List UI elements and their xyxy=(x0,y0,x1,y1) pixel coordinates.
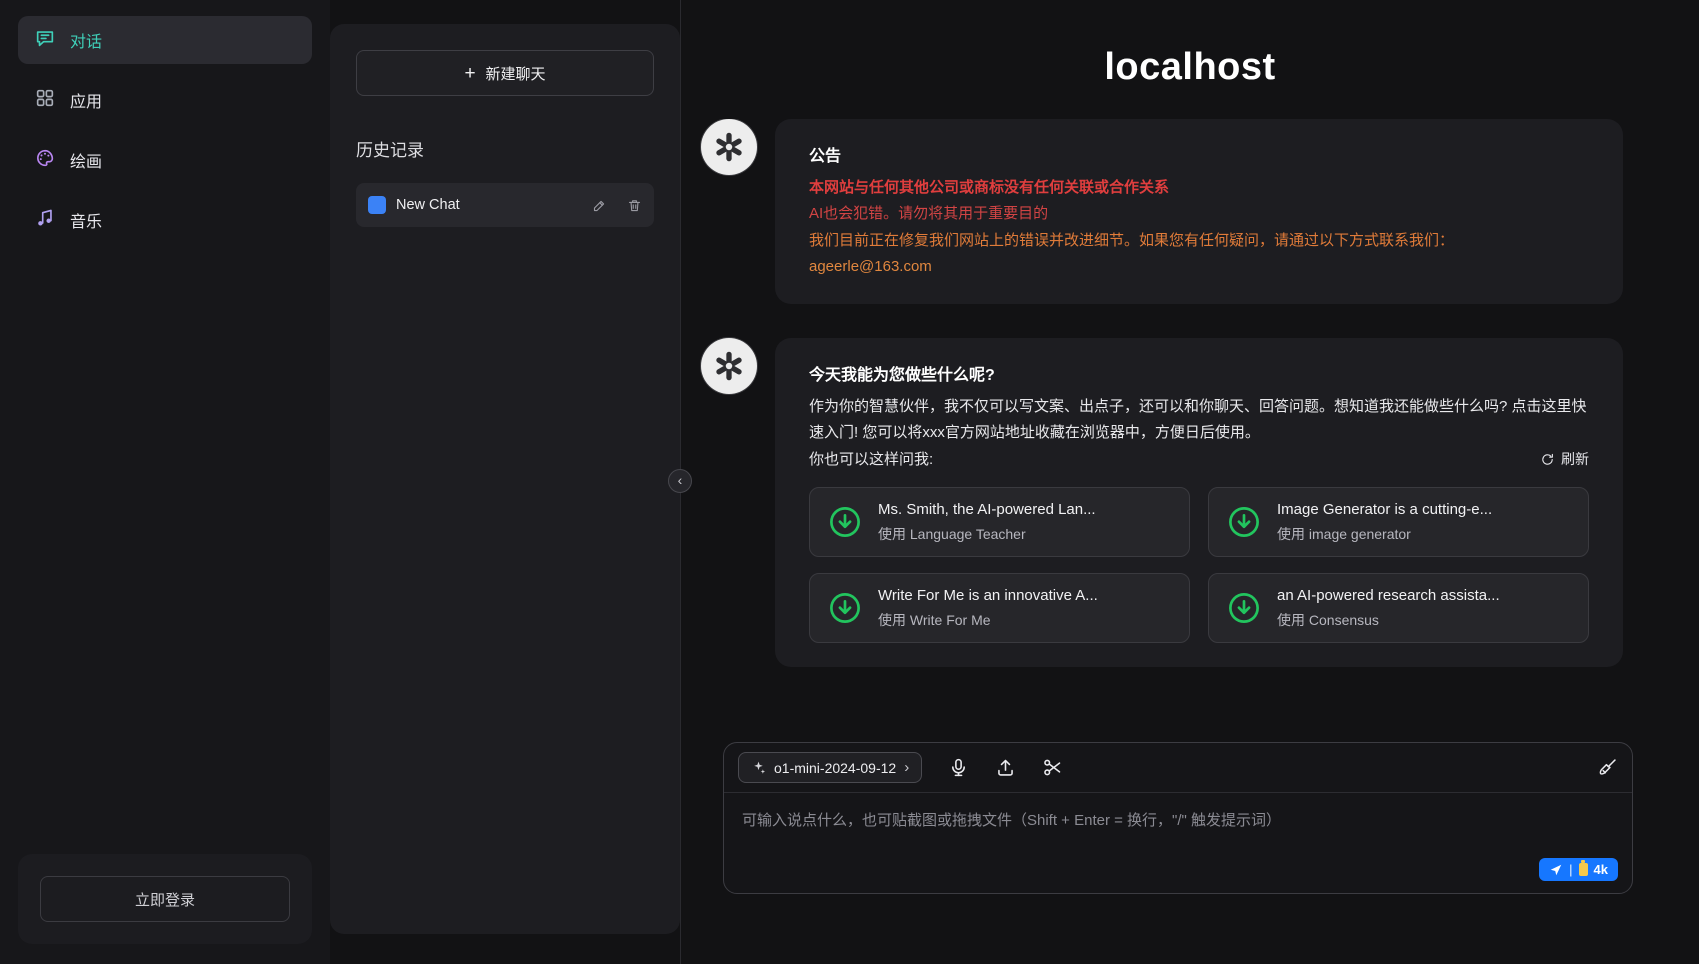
main-chat-area: localhost 公告 本网站与任何其他公司或商标没有任何关联或合作关系 AI… xyxy=(680,0,1699,964)
suggestion-subtitle: 使用 image generator xyxy=(1277,525,1572,544)
suggestion-subtitle: 使用 Write For Me xyxy=(878,611,1173,630)
history-card: + 新建聊天 历史记录 New Chat xyxy=(330,24,680,934)
suggestion-title: Image Generator is a cutting-e... xyxy=(1277,500,1572,520)
message-input[interactable] xyxy=(742,809,1614,871)
circle-down-arrow-icon xyxy=(1225,589,1263,627)
palette-icon xyxy=(34,147,56,174)
assistant-avatar xyxy=(701,119,757,175)
circle-down-arrow-icon xyxy=(826,589,864,627)
composer-body: | 4k xyxy=(724,793,1632,893)
history-title: 历史记录 xyxy=(356,136,654,161)
music-note-icon xyxy=(34,207,56,234)
broom-clear-icon[interactable] xyxy=(1597,757,1618,778)
announcement-line3: 我们目前正在修复我们网站上的错误并改进细节。如果您有任何疑问，请通过以下方式联系… xyxy=(809,228,1589,254)
welcome-title: 今天我能为您做些什么呢? xyxy=(809,362,1589,390)
openai-logo-icon xyxy=(710,128,748,166)
message-announcement: 公告 本网站与任何其他公司或商标没有任何关联或合作关系 AI也会犯错。请勿将其用… xyxy=(701,119,1623,304)
badge-divider: | xyxy=(1569,862,1572,877)
suggestion-card[interactable]: Ms. Smith, the AI-powered Lan... 使用 Lang… xyxy=(809,487,1190,557)
suggestion-subtitle: 使用 Consensus xyxy=(1277,611,1572,630)
sidebar-item-apps[interactable]: 应用 xyxy=(18,76,312,124)
suggestion-card[interactable]: Write For Me is an innovative A... 使用 Wr… xyxy=(809,573,1190,643)
sidebar-nav: 对话 应用 绘画 音乐 xyxy=(18,16,312,244)
welcome-hint: 你也可以这样问我: xyxy=(809,447,933,473)
openai-logo-icon xyxy=(710,347,748,385)
upload-icon[interactable] xyxy=(995,757,1016,778)
assistant-avatar xyxy=(701,338,757,394)
chat-item-icon xyxy=(368,196,386,214)
send-plane-icon xyxy=(1549,863,1563,877)
new-chat-button[interactable]: + 新建聊天 xyxy=(356,50,654,96)
suggestion-card[interactable]: an AI-powered research assista... 使用 Con… xyxy=(1208,573,1589,643)
welcome-bubble: 今天我能为您做些什么呢? 作为你的智慧伙伴，我不仅可以写文案、出点子，还可以和你… xyxy=(775,338,1623,667)
sidebar-item-paint[interactable]: 绘画 xyxy=(18,136,312,184)
announcement-line2: AI也会犯错。请勿将其用于重要目的 xyxy=(809,201,1589,227)
refresh-icon xyxy=(1540,452,1555,467)
token-badge[interactable]: | 4k xyxy=(1539,858,1618,881)
sparkle-icon xyxy=(751,760,766,775)
plus-icon: + xyxy=(464,64,475,83)
message-welcome: 今天我能为您做些什么呢? 作为你的智慧伙伴，我不仅可以写文案、出点子，还可以和你… xyxy=(701,338,1623,667)
suggestion-grid: Ms. Smith, the AI-powered Lan... 使用 Lang… xyxy=(809,487,1589,643)
page-title: localhost xyxy=(681,46,1699,89)
model-selector[interactable]: o1-mini-2024-09-12 › xyxy=(738,752,922,783)
token-count: 4k xyxy=(1594,862,1608,877)
chevron-left-icon: ‹ xyxy=(678,472,683,488)
sidebar-item-label: 应用 xyxy=(70,88,102,112)
contact-email-link[interactable]: ageerle@163.com xyxy=(809,258,932,275)
suggestion-title: an AI-powered research assista... xyxy=(1277,586,1572,606)
announcement-line1: 本网站与任何其他公司或商标没有任何关联或合作关系 xyxy=(809,175,1589,201)
delete-icon[interactable] xyxy=(627,198,642,213)
history-item-title: New Chat xyxy=(396,197,582,213)
composer: o1-mini-2024-09-12 › xyxy=(723,742,1633,894)
sidebar-item-label: 绘画 xyxy=(70,148,102,172)
composer-toolbar: o1-mini-2024-09-12 › xyxy=(724,743,1632,793)
announcement-bubble: 公告 本网站与任何其他公司或商标没有任何关联或合作关系 AI也会犯错。请勿将其用… xyxy=(775,119,1623,304)
apps-grid-icon xyxy=(34,87,56,114)
circle-down-arrow-icon xyxy=(826,503,864,541)
announcement-title: 公告 xyxy=(809,143,1589,171)
microphone-icon[interactable] xyxy=(948,757,969,778)
refresh-label: 刷新 xyxy=(1561,447,1589,472)
scissors-icon[interactable] xyxy=(1042,757,1063,778)
suggestion-subtitle: 使用 Language Teacher xyxy=(878,525,1173,544)
sidebar-item-label: 音乐 xyxy=(70,208,102,232)
chevron-right-icon: › xyxy=(904,759,909,776)
suggestion-title: Write For Me is an innovative A... xyxy=(878,586,1173,606)
welcome-body: 作为你的智慧伙伴，我不仅可以写文案、出点子，还可以和你聊天、回答问题。想知道我还… xyxy=(809,394,1589,447)
new-chat-label: 新建聊天 xyxy=(486,63,546,84)
model-label: o1-mini-2024-09-12 xyxy=(774,760,896,776)
sidebar-item-chat[interactable]: 对话 xyxy=(18,16,312,64)
history-list-item[interactable]: New Chat xyxy=(356,183,654,227)
edit-icon[interactable] xyxy=(592,198,607,213)
login-button[interactable]: 立即登录 xyxy=(40,876,290,922)
login-card: 立即登录 xyxy=(18,854,312,944)
message-list: 公告 本网站与任何其他公司或商标没有任何关联或合作关系 AI也会犯错。请勿将其用… xyxy=(681,119,1699,740)
app-window: 对话 应用 绘画 音乐 立即登录 xyxy=(0,0,1699,964)
battery-icon xyxy=(1579,863,1588,876)
history-panel: + 新建聊天 历史记录 New Chat xyxy=(330,0,680,964)
circle-down-arrow-icon xyxy=(1225,503,1263,541)
suggestion-title: Ms. Smith, the AI-powered Lan... xyxy=(878,500,1173,520)
sidebar-item-music[interactable]: 音乐 xyxy=(18,196,312,244)
sidebar: 对话 应用 绘画 音乐 立即登录 xyxy=(0,0,330,964)
refresh-button[interactable]: 刷新 xyxy=(1540,447,1589,472)
sidebar-item-label: 对话 xyxy=(70,28,102,52)
suggestion-card[interactable]: Image Generator is a cutting-e... 使用 ima… xyxy=(1208,487,1589,557)
chat-bubble-icon xyxy=(34,27,56,54)
collapse-sidebar-button[interactable]: ‹ xyxy=(668,469,692,493)
